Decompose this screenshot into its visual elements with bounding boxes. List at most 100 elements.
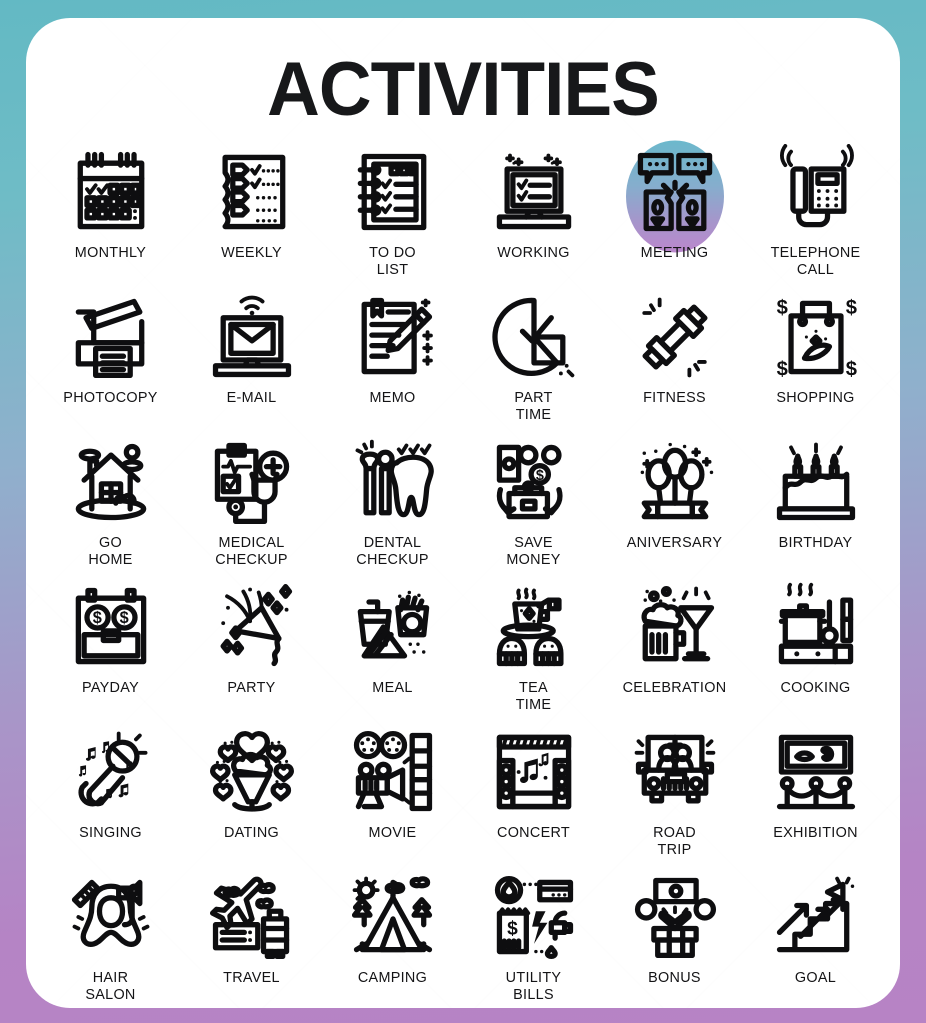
utility-bills-icon: $ <box>482 865 586 969</box>
exhibition-painting-icon <box>764 720 868 824</box>
icon-cell-working[interactable]: WORKING <box>463 140 604 285</box>
icon-label: PHOTOCOPY <box>63 390 158 406</box>
icon-cell-movie[interactable]: MOVIE <box>322 720 463 865</box>
icon-cell-part-time[interactable]: PART TIME <box>463 285 604 430</box>
icon-label: WORKING <box>497 245 570 261</box>
icon-cell-celebration[interactable]: CELEBRATION <box>604 575 745 720</box>
icon-label: TO DO LIST <box>369 245 416 278</box>
icon-label: CONCERT <box>497 825 570 841</box>
icon-label: ROAD TRIP <box>653 825 696 858</box>
camping-tent-icon <box>341 865 445 969</box>
icon-sheet-card: ACTIVITIES MONTHLY WEEKLY TO DO LIST WOR… <box>26 18 900 1008</box>
house-icon <box>59 430 163 534</box>
icon-cell-email[interactable]: E-MAIL <box>181 285 322 430</box>
icon-cell-meeting[interactable]: MEETING <box>604 140 745 285</box>
movie-projector-icon <box>341 720 445 824</box>
party-popper-icon <box>200 575 304 679</box>
icon-cell-payday[interactable]: $ $ PAYDAY <box>40 575 181 720</box>
svg-text:$: $ <box>507 918 518 939</box>
icon-label: TEA TIME <box>515 680 552 713</box>
icon-cell-telephone-call[interactable]: TELEPHONE CALL <box>745 140 886 285</box>
icon-cell-photocopy[interactable]: PHOTOCOPY <box>40 285 181 430</box>
shopping-bag-icon: $ $ $ $ <box>764 285 868 389</box>
svg-text:$: $ <box>845 297 856 319</box>
icon-label: DENTAL CHECKUP <box>356 535 429 568</box>
icon-cell-goal[interactable]: GOAL <box>745 865 886 1008</box>
icon-cell-bonus[interactable]: BONUS <box>604 865 745 1008</box>
icon-cell-party[interactable]: PARTY <box>181 575 322 720</box>
icon-label: HAIR SALON <box>85 970 136 1003</box>
svg-text:$: $ <box>535 468 543 484</box>
svg-text:$: $ <box>776 358 787 380</box>
icecream-hearts-icon <box>200 720 304 824</box>
icon-label: PARTY <box>227 680 276 696</box>
svg-text:$: $ <box>119 609 128 627</box>
birthday-cake-icon <box>764 430 868 534</box>
icon-label: BONUS <box>648 970 701 986</box>
icon-cell-fitness[interactable]: FITNESS <box>604 285 745 430</box>
photocopier-icon <box>59 285 163 389</box>
icon-label: PAYDAY <box>82 680 139 696</box>
icon-cell-road-trip[interactable]: ROAD TRIP <box>604 720 745 865</box>
icon-label: COOKING <box>780 680 851 696</box>
tooth-icon <box>341 430 445 534</box>
icon-cell-utility-bills[interactable]: $ UTILITY BILLS <box>463 865 604 1008</box>
icon-cell-birthday[interactable]: BIRTHDAY <box>745 430 886 575</box>
telephone-icon <box>764 140 868 244</box>
memo-pencil-icon <box>341 285 445 389</box>
gift-bonus-icon <box>623 865 727 969</box>
weekly-checklist-icon <box>200 140 304 244</box>
meeting-chat-icon <box>623 140 727 253</box>
icon-cell-go-home[interactable]: GO HOME <box>40 430 181 575</box>
icon-cell-dental-checkup[interactable]: DENTAL CHECKUP <box>322 430 463 575</box>
cooking-pot-icon <box>764 575 868 679</box>
hair-salon-icon <box>59 865 163 969</box>
calendar-month-icon <box>59 140 163 244</box>
laptop-tasks-icon <box>482 140 586 244</box>
icon-label: MEMO <box>369 390 416 406</box>
icon-cell-tea-time[interactable]: TEA TIME <box>463 575 604 720</box>
airplane-ticket-icon <box>200 865 304 969</box>
page-title: ACTIVITIES <box>267 47 660 132</box>
icon-cell-camping[interactable]: CAMPING <box>322 865 463 1008</box>
icon-label: CAMPING <box>357 970 428 986</box>
icon-cell-medical-checkup[interactable]: MEDICAL CHECKUP <box>181 430 322 575</box>
icon-cell-save-money[interactable]: $ SAVE MONEY <box>463 430 604 575</box>
svg-text:$: $ <box>92 609 101 627</box>
icon-grid: MONTHLY WEEKLY TO DO LIST WORKING MEETIN… <box>40 140 886 1008</box>
concert-stage-icon <box>482 720 586 824</box>
icon-label: SINGING <box>79 825 142 841</box>
icon-label: DATING <box>223 825 280 841</box>
icon-cell-travel[interactable]: TRAVEL <box>181 865 322 1008</box>
icon-cell-singing[interactable]: SINGING <box>40 720 181 865</box>
icon-cell-todo-list[interactable]: TO DO LIST <box>322 140 463 285</box>
icon-cell-exhibition[interactable]: EXHIBITION <box>745 720 886 865</box>
fastfood-meal-icon <box>341 575 445 679</box>
icon-cell-meal[interactable]: MEAL <box>322 575 463 720</box>
medical-clipboard-icon <box>200 430 304 534</box>
icon-label: TELEPHONE CALL <box>770 245 861 278</box>
icon-cell-shopping[interactable]: $ $ $ $ SHOPPING <box>745 285 886 430</box>
icon-cell-monthly[interactable]: MONTHLY <box>40 140 181 285</box>
icon-label: ANIVERSARY <box>626 535 723 551</box>
icon-label: CELEBRATION <box>622 680 727 696</box>
save-money-icon: $ <box>482 430 586 534</box>
icon-cell-concert[interactable]: CONCERT <box>463 720 604 865</box>
icon-cell-memo[interactable]: MEMO <box>322 285 463 430</box>
icon-label: TRAVEL <box>223 970 280 986</box>
icon-cell-dating[interactable]: DATING <box>181 720 322 865</box>
icon-label: UTILITY BILLS <box>505 970 562 1003</box>
road-trip-car-icon <box>623 720 727 824</box>
email-laptop-icon <box>200 285 304 389</box>
icon-cell-aniversary[interactable]: ANIVERSARY <box>604 430 745 575</box>
icon-label: MEDICAL CHECKUP <box>215 535 288 568</box>
dumbbell-icon <box>623 285 727 389</box>
icon-label: SHOPPING <box>776 390 855 406</box>
microphone-icon <box>59 720 163 824</box>
icon-cell-hair-salon[interactable]: HAIR SALON <box>40 865 181 1008</box>
icon-label: GOAL <box>794 970 837 986</box>
icon-cell-weekly[interactable]: WEEKLY <box>181 140 322 285</box>
icon-label: E-MAIL <box>226 390 277 406</box>
icon-label: MEETING <box>640 245 709 261</box>
icon-cell-cooking[interactable]: COOKING <box>745 575 886 720</box>
